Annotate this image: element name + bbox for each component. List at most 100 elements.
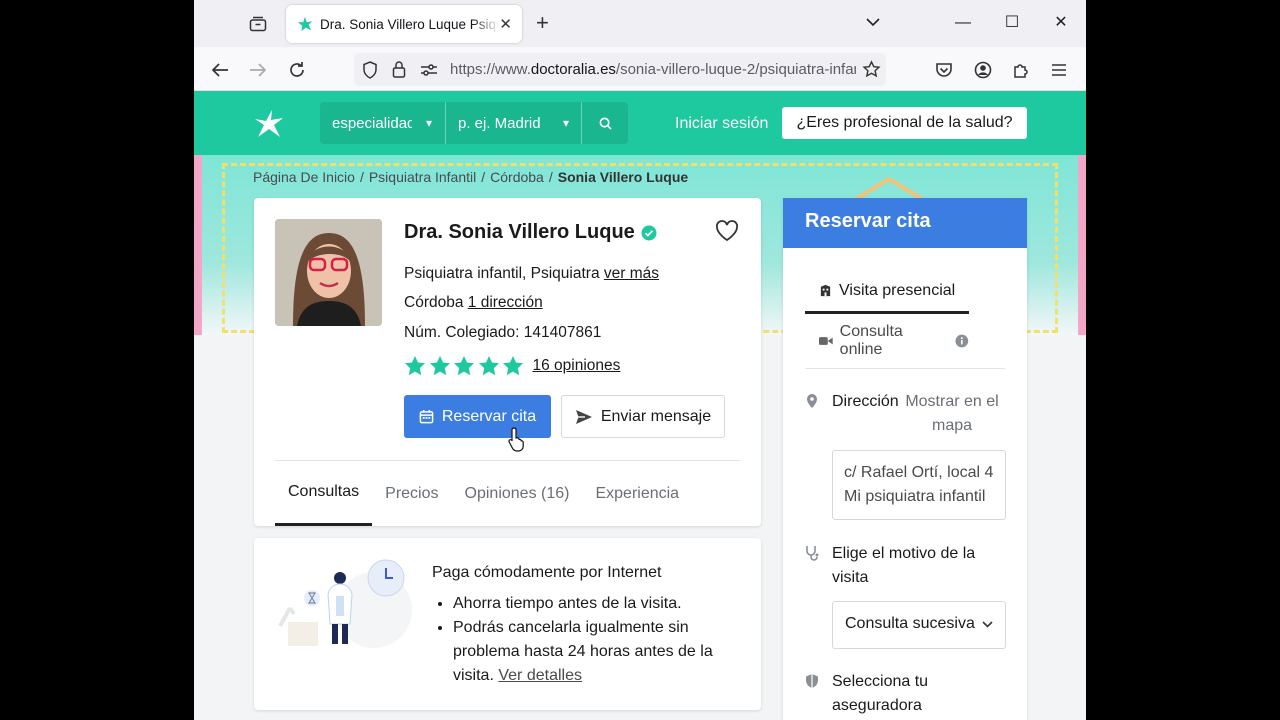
login-link[interactable]: Iniciar sesión xyxy=(675,115,768,133)
menu-icon[interactable] xyxy=(1045,56,1073,84)
visit-reason-value: Consulta sucesiva xyxy=(845,615,975,632)
booking-title: Reservar cita xyxy=(783,198,1027,248)
account-icon[interactable] xyxy=(969,56,997,84)
favorite-heart-icon[interactable] xyxy=(715,220,739,242)
forward-arrow-icon[interactable] xyxy=(244,56,272,84)
browser-window: Dra. Sonia Villero Luque Psiquiatra ✕ + … xyxy=(194,0,1086,720)
extensions-icon[interactable] xyxy=(1007,56,1035,84)
tab-experiencia[interactable]: Experiencia xyxy=(582,461,692,526)
hand-cursor-icon xyxy=(508,427,524,452)
insurer-label: Selecciona tu aseguradora xyxy=(832,673,929,714)
tab-opiniones[interactable]: Opiniones (16) xyxy=(452,461,583,526)
shield-icon xyxy=(806,674,818,688)
specialties-text: Psiquiatra infantil, Psiquiatra xyxy=(404,265,600,282)
specialty-select[interactable]: especialidad ▾ xyxy=(320,102,446,144)
visit-reason-select[interactable]: Consulta sucesiva xyxy=(832,601,1006,649)
pocket-icon[interactable] xyxy=(930,56,958,84)
city-text: Córdoba xyxy=(404,294,464,311)
specialties-line: Psiquiatra infantil, Psiquiatra ver más xyxy=(404,265,659,283)
panel-divider xyxy=(805,368,1005,369)
tab-overflow-chevron-icon[interactable] xyxy=(858,10,888,36)
star-icon xyxy=(405,356,425,376)
active-tab[interactable]: Dra. Sonia Villero Luque Psiquiatra ✕ xyxy=(286,5,522,43)
shield-icon[interactable] xyxy=(362,61,378,79)
license-number: Núm. Colegiado: 141407861 xyxy=(404,324,602,341)
book-appointment-button[interactable]: Reservar cita xyxy=(404,395,551,438)
address-box[interactable]: c/ Rafael Ortí, local 4 Mi psiquiatra in… xyxy=(832,450,1006,520)
benefit-cancel-text: Podrás cancelarla igualmente sin problem… xyxy=(453,619,713,684)
navigation-bar: https://www.doctoralia.es/sonia-villero-… xyxy=(194,47,1086,91)
info-icon[interactable] xyxy=(955,334,969,348)
verified-check-icon xyxy=(641,225,657,240)
doctoralia-logo-icon[interactable] xyxy=(252,107,286,141)
site-header: especialidad ▾ p. ej. Madrid ▾ Iniciar s… xyxy=(194,91,1086,155)
rating-stars: 16 opiniones xyxy=(404,355,620,377)
breadcrumb-home[interactable]: Página De Inicio xyxy=(253,169,355,185)
chevron-down-icon: ▾ xyxy=(426,116,433,130)
see-details-link[interactable]: Ver detalles xyxy=(498,667,582,684)
breadcrumb-city[interactable]: Córdoba xyxy=(490,169,544,185)
doctor-name: Dra. Sonia Villero Luque xyxy=(404,221,657,244)
close-tab-icon[interactable]: ✕ xyxy=(499,15,512,33)
payment-illustration xyxy=(278,559,412,648)
breadcrumb-current: Sonia Villero Luque xyxy=(557,169,689,185)
close-window-icon[interactable]: ✕ xyxy=(1046,10,1076,36)
chevron-down-icon: ▾ xyxy=(562,116,569,130)
book-button-label: Reservar cita xyxy=(441,407,537,425)
star-icon xyxy=(454,356,474,376)
visit-reason-label: Elige el motivo de la visita xyxy=(832,545,976,586)
doctor-photo xyxy=(275,219,382,326)
specialty-placeholder: especialidad xyxy=(332,114,412,132)
tab-precios[interactable]: Precios xyxy=(372,461,451,526)
address-line-clinic: Mi psiquiatra infantil xyxy=(844,488,986,505)
address-line-street: c/ Rafael Ortí, local 4 xyxy=(844,464,994,481)
back-arrow-icon[interactable] xyxy=(206,56,234,84)
maximize-icon[interactable]: ☐ xyxy=(997,10,1027,36)
banner-left-stripe xyxy=(194,155,202,335)
doctoralia-favicon-icon xyxy=(297,16,313,32)
tab-title: Dra. Sonia Villero Luque Psiquiatra xyxy=(319,16,499,32)
star-icon xyxy=(429,356,450,376)
reload-icon[interactable] xyxy=(283,56,311,84)
tab-online-consultation[interactable]: Consulta online xyxy=(805,323,969,358)
see-more-link[interactable]: ver más xyxy=(604,265,659,282)
search-bar: especialidad ▾ p. ej. Madrid ▾ xyxy=(320,102,628,144)
calendar-icon xyxy=(419,409,434,424)
tab-bar: Dra. Sonia Villero Luque Psiquiatra ✕ + … xyxy=(194,0,1086,47)
new-tab-icon[interactable]: + xyxy=(536,11,549,35)
permissions-icon[interactable] xyxy=(420,63,438,77)
location-input[interactable]: p. ej. Madrid ▾ xyxy=(446,102,582,144)
tab-consultas[interactable]: Consultas xyxy=(275,461,373,526)
chevron-down-icon xyxy=(982,615,993,635)
show-map-link[interactable]: Mostrar en el mapa xyxy=(899,390,1005,438)
breadcrumb-specialty[interactable]: Psiquiatra Infantil xyxy=(369,169,476,185)
benefit-save-time: Ahorra tiempo antes de la visita. xyxy=(453,592,743,616)
stethoscope-icon xyxy=(806,546,819,561)
search-button[interactable] xyxy=(582,102,628,144)
bookmark-star-icon[interactable] xyxy=(862,60,881,79)
doctor-name-text: Dra. Sonia Villero Luque xyxy=(404,221,635,243)
online-label: Consulta online xyxy=(839,323,903,358)
city-line: Córdoba 1 dirección xyxy=(404,294,543,312)
send-message-button[interactable]: Enviar mensaje xyxy=(561,395,725,438)
in-person-label: Visita presencial xyxy=(839,281,956,299)
tab-list-icon[interactable] xyxy=(244,12,272,36)
profile-tabs: Consultas Precios Opiniones (16) Experie… xyxy=(275,461,692,526)
reviews-link[interactable]: 16 opiniones xyxy=(533,357,621,375)
search-icon xyxy=(599,117,612,130)
professional-button[interactable]: ¿Eres profesional de la salud? xyxy=(782,107,1027,139)
send-icon xyxy=(575,409,592,424)
address-bar[interactable]: https://www.doctoralia.es/sonia-villero-… xyxy=(354,53,886,86)
booking-panel: Reservar cita Visita presencial Consulta… xyxy=(783,198,1027,720)
minimize-icon[interactable]: — xyxy=(948,10,978,36)
online-payment-card: Paga cómodamente por Internet Ahorra tie… xyxy=(254,538,761,710)
tab-in-person-visit[interactable]: Visita presencial xyxy=(805,270,969,314)
video-camera-icon xyxy=(819,337,833,345)
url-text[interactable]: https://www.doctoralia.es/sonia-villero-… xyxy=(450,61,856,78)
payment-benefits: Ahorra tiempo antes de la visita. Podrás… xyxy=(453,592,743,688)
building-icon xyxy=(820,284,831,297)
lock-icon[interactable] xyxy=(392,60,406,78)
message-button-label: Enviar mensaje xyxy=(600,407,712,425)
addresses-link[interactable]: 1 dirección xyxy=(468,294,543,311)
banner-house-roof xyxy=(854,177,924,199)
